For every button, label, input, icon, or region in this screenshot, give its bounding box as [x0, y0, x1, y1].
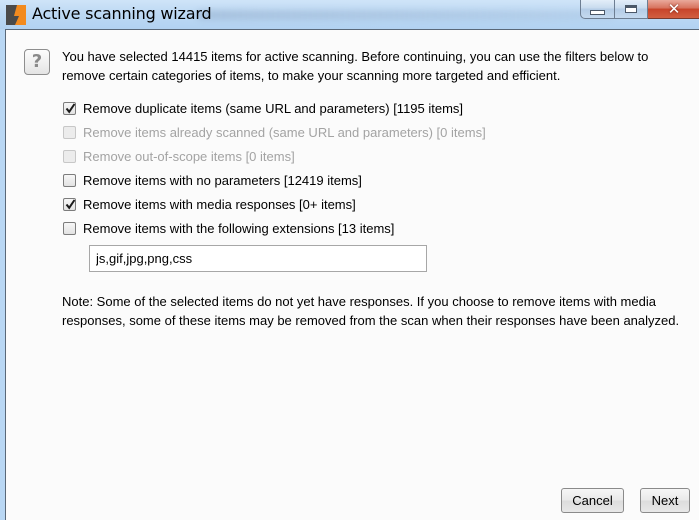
option-remove-no-parameters[interactable]: Remove items with no parameters [12419 i… — [63, 171, 362, 189]
option-label: Remove items already scanned (same URL a… — [83, 124, 486, 140]
option-label: Remove duplicate items (same URL and par… — [83, 100, 464, 116]
minimize-icon — [590, 9, 605, 15]
checkbox-remove-already-scanned — [63, 125, 76, 139]
burp-logo-icon — [6, 5, 26, 25]
note-text: Note: Some of the selected items do not … — [62, 294, 680, 328]
checkbox-remove-out-of-scope — [63, 149, 76, 163]
next-button[interactable]: Next — [640, 488, 690, 513]
option-remove-already-scanned: Remove items already scanned (same URL a… — [63, 123, 486, 141]
extensions-input[interactable] — [89, 245, 427, 272]
window-controls: ✕ — [580, 0, 699, 20]
close-icon: ✕ — [667, 0, 681, 18]
option-label: Remove items with media responses [0+ it… — [83, 196, 356, 212]
option-remove-out-of-scope: Remove out-of-scope items [0 items] — [63, 147, 295, 165]
option-remove-media-responses[interactable]: Remove items with media responses [0+ it… — [63, 195, 356, 213]
maximize-button[interactable] — [615, 0, 648, 19]
checkmark-icon — [65, 198, 76, 209]
cancel-button[interactable]: Cancel — [561, 488, 624, 513]
checkmark-icon — [65, 102, 76, 113]
dialog-body: ? You have selected 14415 items for acti… — [5, 29, 699, 520]
blurred-background-text — [196, 10, 616, 20]
title-bar[interactable]: Active scanning wizard ✕ — [0, 0, 699, 29]
option-label: Remove items with no parameters [12419 i… — [83, 172, 362, 188]
close-button[interactable]: ✕ — [648, 0, 699, 19]
minimize-button[interactable] — [580, 0, 615, 19]
maximize-icon — [625, 5, 637, 13]
intro-text: You have selected 14415 items for active… — [62, 49, 649, 83]
window-title: Active scanning wizard — [32, 4, 212, 23]
checkbox-remove-media-responses[interactable] — [63, 197, 76, 211]
option-label: Remove out-of-scope items [0 items] — [83, 148, 295, 164]
checkbox-remove-extensions[interactable] — [63, 221, 76, 235]
checkbox-remove-no-parameters[interactable] — [63, 173, 76, 187]
help-icon: ? — [24, 49, 50, 75]
checkbox-remove-duplicates[interactable] — [63, 101, 76, 115]
option-label: Remove items with the following extensio… — [83, 220, 395, 236]
option-remove-duplicates[interactable]: Remove duplicate items (same URL and par… — [63, 99, 463, 117]
option-remove-extensions[interactable]: Remove items with the following extensio… — [63, 219, 394, 237]
